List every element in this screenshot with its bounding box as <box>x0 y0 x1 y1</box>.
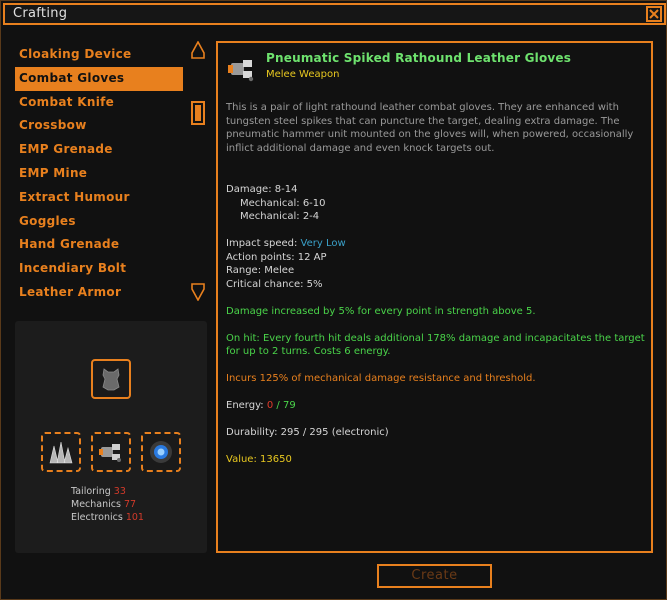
skill-name: Tailoring <box>71 486 111 497</box>
skill-value: 33 <box>113 486 126 497</box>
skill-value: 77 <box>123 499 137 510</box>
skill-requirements: Tailoring 33 Mechanics 77 Electronics 101 <box>71 485 144 524</box>
ingredient-slot-2[interactable] <box>91 432 131 472</box>
skill-row: Electronics 101 <box>71 511 144 524</box>
recipe-item[interactable]: Incendiary Bolt <box>15 257 183 281</box>
action-points-line: Action points: 12 AP <box>226 251 327 263</box>
energy-line: Energy: 0 / 79 <box>226 400 296 411</box>
impact-speed-value: Very Low <box>300 238 346 249</box>
spikes-icon <box>49 441 73 464</box>
strength-bonus-line: Damage increased by 5% for every point i… <box>226 305 536 317</box>
skill-row: Tailoring 33 <box>71 485 144 498</box>
recipe-item[interactable]: EMP Mine <box>15 162 183 186</box>
recipe-item[interactable]: Extract Humour <box>15 186 183 210</box>
resistance-line: Incurs 125% of mechanical damage resista… <box>226 373 536 384</box>
on-hit-line: On hit: Every fourth hit deals additiona… <box>226 332 645 358</box>
leather-hide-icon <box>102 368 120 391</box>
energy-max: 79 <box>282 400 296 411</box>
recipe-item[interactable]: Combat Knife <box>15 91 183 115</box>
skill-value: 101 <box>125 512 144 523</box>
range-line: Range: Melee <box>226 265 295 276</box>
power-cell-icon <box>150 441 172 463</box>
scroll-down-arrow-icon[interactable] <box>191 283 205 301</box>
scroll-up-arrow-icon[interactable] <box>191 41 205 59</box>
title-bar: Crafting <box>3 3 666 25</box>
damage-mechanical-1: Mechanical: 6-10 <box>240 197 326 209</box>
item-description: This is a pair of light rathound leather… <box>226 102 634 154</box>
window-title: Crafting <box>13 6 68 21</box>
recipe-item[interactable]: Crossbow <box>15 114 183 138</box>
recipe-item[interactable]: Hand Grenade <box>15 233 183 257</box>
ingredient-slot-3[interactable] <box>141 432 181 472</box>
create-button[interactable]: Create <box>377 564 492 588</box>
recipe-item[interactable]: Leather Armor <box>15 281 183 305</box>
pneumatic-gloves-icon <box>99 444 121 462</box>
recipe-item[interactable]: Goggles <box>15 210 183 234</box>
close-button[interactable] <box>646 6 662 22</box>
critical-chance-line: Critical chance: 5% <box>226 278 323 290</box>
recipe-item[interactable]: Combat Gloves <box>15 66 183 91</box>
item-type: Melee Weapon <box>266 69 340 80</box>
impact-speed-line: Impact speed: Very Low <box>226 238 346 249</box>
value-line: Value: 13650 <box>226 454 292 465</box>
recipe-item[interactable]: Cloaking Device <box>15 43 183 67</box>
item-name: Pneumatic Spiked Rathound Leather Gloves <box>266 51 572 65</box>
close-icon <box>649 9 659 19</box>
ingredient-slot-1[interactable] <box>41 432 81 472</box>
recipe-item[interactable]: EMP Grenade <box>15 138 183 162</box>
ingredients-panel: Tailoring 33 Mechanics 77 Electronics 101 <box>15 321 207 553</box>
recipe-list: Cloaking Device Combat Gloves Combat Knife… <box>15 43 183 305</box>
skill-name: Electronics <box>71 512 123 523</box>
skill-name: Mechanics <box>71 499 121 510</box>
result-slot[interactable] <box>91 359 131 399</box>
skill-row: Mechanics 77 <box>71 498 144 511</box>
scroll-thumb[interactable] <box>191 101 205 125</box>
damage-line: Damage: 8-14 <box>226 184 298 195</box>
energy-current: 0 <box>266 400 274 411</box>
crafting-window: Crafting Cloaking Device Combat Gloves Com… <box>0 0 667 600</box>
item-stats: Damage: 8-14 Mechanical: 6-10 Mechanical… <box>226 183 646 467</box>
item-gloves-icon <box>228 60 254 82</box>
damage-mechanical-2: Mechanical: 2-4 <box>240 211 320 222</box>
durability-line: Durability: 295 / 295 (electronic) <box>226 427 389 438</box>
item-detail-panel: Pneumatic Spiked Rathound Leather Gloves… <box>216 41 653 553</box>
